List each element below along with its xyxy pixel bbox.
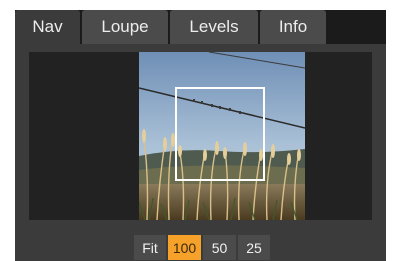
tab-levels[interactable]: Levels [170,10,258,44]
zoom-50-button[interactable]: 50 [203,235,236,260]
tab-loupe[interactable]: Loupe [82,10,168,44]
tab-loupe-label: Loupe [101,17,149,36]
zoom-level-bar: Fit 100 50 25 [134,235,272,260]
zoom-100-button[interactable]: 100 [168,235,201,260]
viewport-rectangle[interactable] [175,87,265,181]
zoom-25-button[interactable]: 25 [238,235,270,260]
zoom-50-label: 50 [211,239,228,256]
tab-levels-label: Levels [189,17,239,36]
zoom-25-label: 25 [246,239,262,256]
tab-info-label: Info [278,17,308,36]
tab-bar: Nav Loupe Levels Info [15,10,386,44]
panel-body: Fit 100 50 25 [15,44,386,261]
tab-nav-label: Nav [32,17,63,36]
zoom-100-label: 100 [172,239,197,256]
zoom-fit-button[interactable]: Fit [134,235,166,260]
tab-nav[interactable]: Nav [15,10,80,44]
navigator-viewport[interactable] [29,52,372,220]
tab-info[interactable]: Info [260,10,326,44]
zoom-fit-label: Fit [142,239,158,256]
image-thumbnail[interactable] [139,52,305,220]
navigator-panel: Nav Loupe Levels Info Fit 100 50 25 [0,0,401,261]
